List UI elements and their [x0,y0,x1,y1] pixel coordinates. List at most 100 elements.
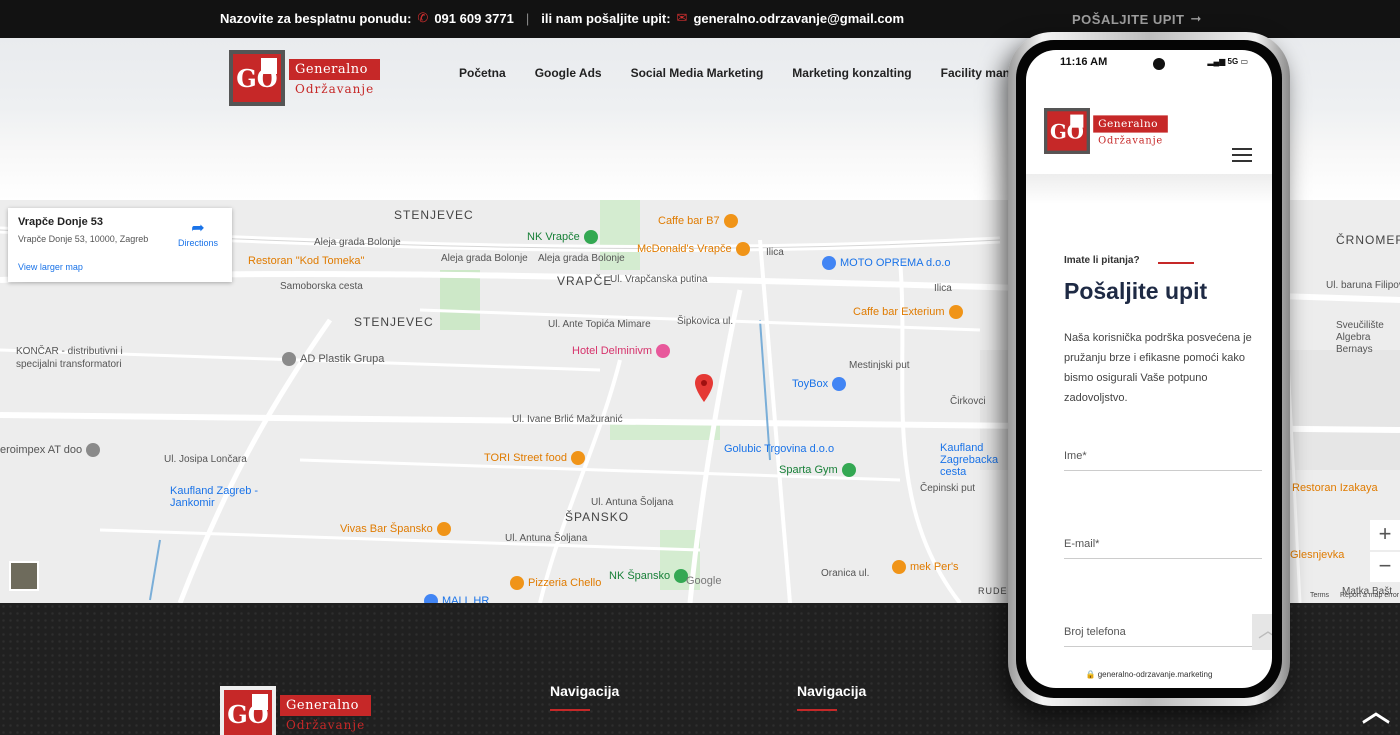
street-label: Ul. Ante Topića Mimare [548,319,651,330]
poi-label: Sveučilište Algebra Bernays [1336,320,1384,355]
logo-line1: Generalno [1093,114,1168,133]
map-poi[interactable]: ToyBox [792,377,847,391]
street-label: Samoborska cesta [280,281,363,292]
map-poi[interactable]: Kaufland Zagrebacka cesta [940,442,1000,478]
terms-link[interactable]: Terms [1310,592,1329,599]
street-label: Ul. Antuna Šoljana [505,533,588,544]
poi-label: Golubic Trgovina d.o.o [724,443,835,455]
street-label: Ul. baruna Filipovića [1326,280,1400,291]
url-text: generalno-odrzavanje.marketing [1097,670,1213,679]
nav-item-pocetna[interactable]: Početna [459,66,506,80]
district-label: VRAPČE [557,274,613,288]
poi-label: MOTO OPREMA d.o.o [840,257,951,269]
hotel-icon [656,344,671,358]
map-poi[interactable]: mek Per's [892,560,959,574]
place-icon [86,443,101,457]
shop-icon [832,377,847,391]
email-link[interactable]: generalno.odrzavanje@gmail.com [693,11,904,26]
phone-site-logo[interactable]: GO Generalno Održavanje [1044,108,1168,154]
street-label: Mestinjski put [849,360,910,371]
map-poi[interactable]: MOTO OPREMA d.o.o [822,256,950,270]
street-label: Ul. Josipa Lončara [164,454,247,465]
chevron-up-icon[interactable]: ︿ [1362,690,1390,730]
restaurant-icon [735,242,750,256]
nav-item-google-ads[interactable]: Google Ads [535,66,602,80]
email-field[interactable]: E-mail* [1064,538,1262,559]
map-poi[interactable]: MALL HR [424,594,489,603]
report-error-link[interactable]: Report a map error [1340,592,1399,599]
scroll-top-button[interactable]: ︿ [1252,614,1272,650]
poi-label: MALL HR [442,595,490,603]
map-poi[interactable]: Golubic Trgovina d.o.o [724,443,834,455]
street-label: Šipkovica ul. [677,316,734,327]
place-icon [282,352,296,366]
map-poi[interactable]: Caffe bar B7 [658,214,738,228]
map-poi[interactable]: Glesnjevka [1290,549,1344,561]
name-field[interactable]: Ime* [1064,450,1262,471]
poi-label: Restoran "Kod Tomeka" [248,255,365,267]
site-logo[interactable]: GO Generalno Održavanje [229,50,381,106]
map-poi[interactable]: AD Plastik Grupa [282,352,384,366]
url-bar[interactable]: 🔒 generalno-odrzavanje.marketing [1026,670,1272,679]
status-time: 11:16 AM [1060,56,1108,68]
kicker-line [1158,262,1194,264]
map-poi[interactable]: Restoran Izakaya [1292,482,1378,494]
poi-label: NK Špansko [609,570,671,582]
phone-field[interactable]: Broj telefona [1064,626,1262,647]
section-title: Pošaljite upit [1064,278,1208,304]
map-poi[interactable]: KONČAR - distributivni i specijalni tran… [16,345,156,371]
hamburger-menu-icon[interactable] [1232,144,1252,166]
poi-label: Glesnjevka [1290,549,1345,561]
map-poi[interactable]: Sveučilište Algebra Bernays [1336,320,1400,356]
map-poi[interactable]: Hotel Delminivm [572,344,671,358]
street-label: Aleja grada Bolonje [538,253,625,264]
directions-button[interactable]: ➦ Directions [178,218,218,248]
nav-item-marketing-konzalting[interactable]: Marketing konzalting [792,66,911,80]
street-label: Aleja grada Bolonje [314,237,401,248]
heading-underline [550,709,590,711]
gym-icon [841,463,856,477]
poi-label: Kaufland Zagreb - Jankomir [170,485,259,509]
logo-line2: Održavanje [1098,133,1164,146]
map-poi[interactable]: Caffe bar Exterium [853,305,963,319]
send-inquiry-link[interactable]: POŠALJITE UPIT ➞ [1072,11,1202,27]
map-poi[interactable]: eroimpex AT doo [0,443,101,457]
street-label: Ilica [934,283,952,294]
google-logo: Google [686,575,722,587]
zoom-out-button[interactable]: − [1370,552,1400,582]
nav-item-social-media[interactable]: Social Media Marketing [631,66,764,80]
logo-mark-text: GO [236,63,278,93]
logo-mark-text: GO [1049,119,1084,143]
section-text: Naša korisnička podrška posvećena je pru… [1064,332,1252,404]
footer-logo[interactable]: GO Generalno Održavanje [220,686,372,735]
street-label: Ul. Vrapčanska putina [610,274,708,285]
main-nav: Početna Google Ads Social Media Marketin… [459,66,1035,80]
street-label: Čirkovci [950,396,986,407]
map-poi[interactable]: McDonald's Vrapče [637,242,750,256]
signal-icon: ▂▄▆ 5G ▭ [1207,57,1248,66]
satellite-toggle[interactable] [9,561,39,591]
map-poi[interactable]: Vivas Bar Špansko [340,522,451,536]
logo-line2: Održavanje [295,81,375,96]
map-poi[interactable]: Sparta Gym [779,463,856,477]
map-poi[interactable]: NK Špansko [609,569,689,583]
location-pin-icon[interactable] [695,374,713,402]
map-poi[interactable]: Pizzeria Chello [510,576,601,590]
map-poi[interactable]: Restoran "Kod Tomeka" [248,255,364,267]
phone-link[interactable]: 091 609 3771 [434,11,514,26]
poi-label: ToyBox [792,378,829,390]
map-poi[interactable]: Kaufland Zagreb - Jankomir [170,485,270,509]
map-poi[interactable]: NK Vrapče [527,230,598,244]
view-larger-map-link[interactable]: View larger map [18,262,222,272]
street-label: Ul. Antuna Šoljana [591,497,674,508]
poi-label: eroimpex AT doo [0,444,83,456]
status-bar: 11:16 AM ▂▄▆ 5G ▭ [1026,50,1272,80]
heading-underline [797,709,837,711]
poi-label: Hotel Delminivm [572,345,653,357]
cta-label: POŠALJITE UPIT [1072,11,1185,27]
sports-icon [583,230,598,244]
map-poi[interactable]: TORI Street food [484,451,585,465]
zoom-in-button[interactable]: + [1370,520,1400,550]
poi-label: Restoran Izakaya [1292,482,1378,494]
district-label: ČRNOMER [1336,233,1400,247]
